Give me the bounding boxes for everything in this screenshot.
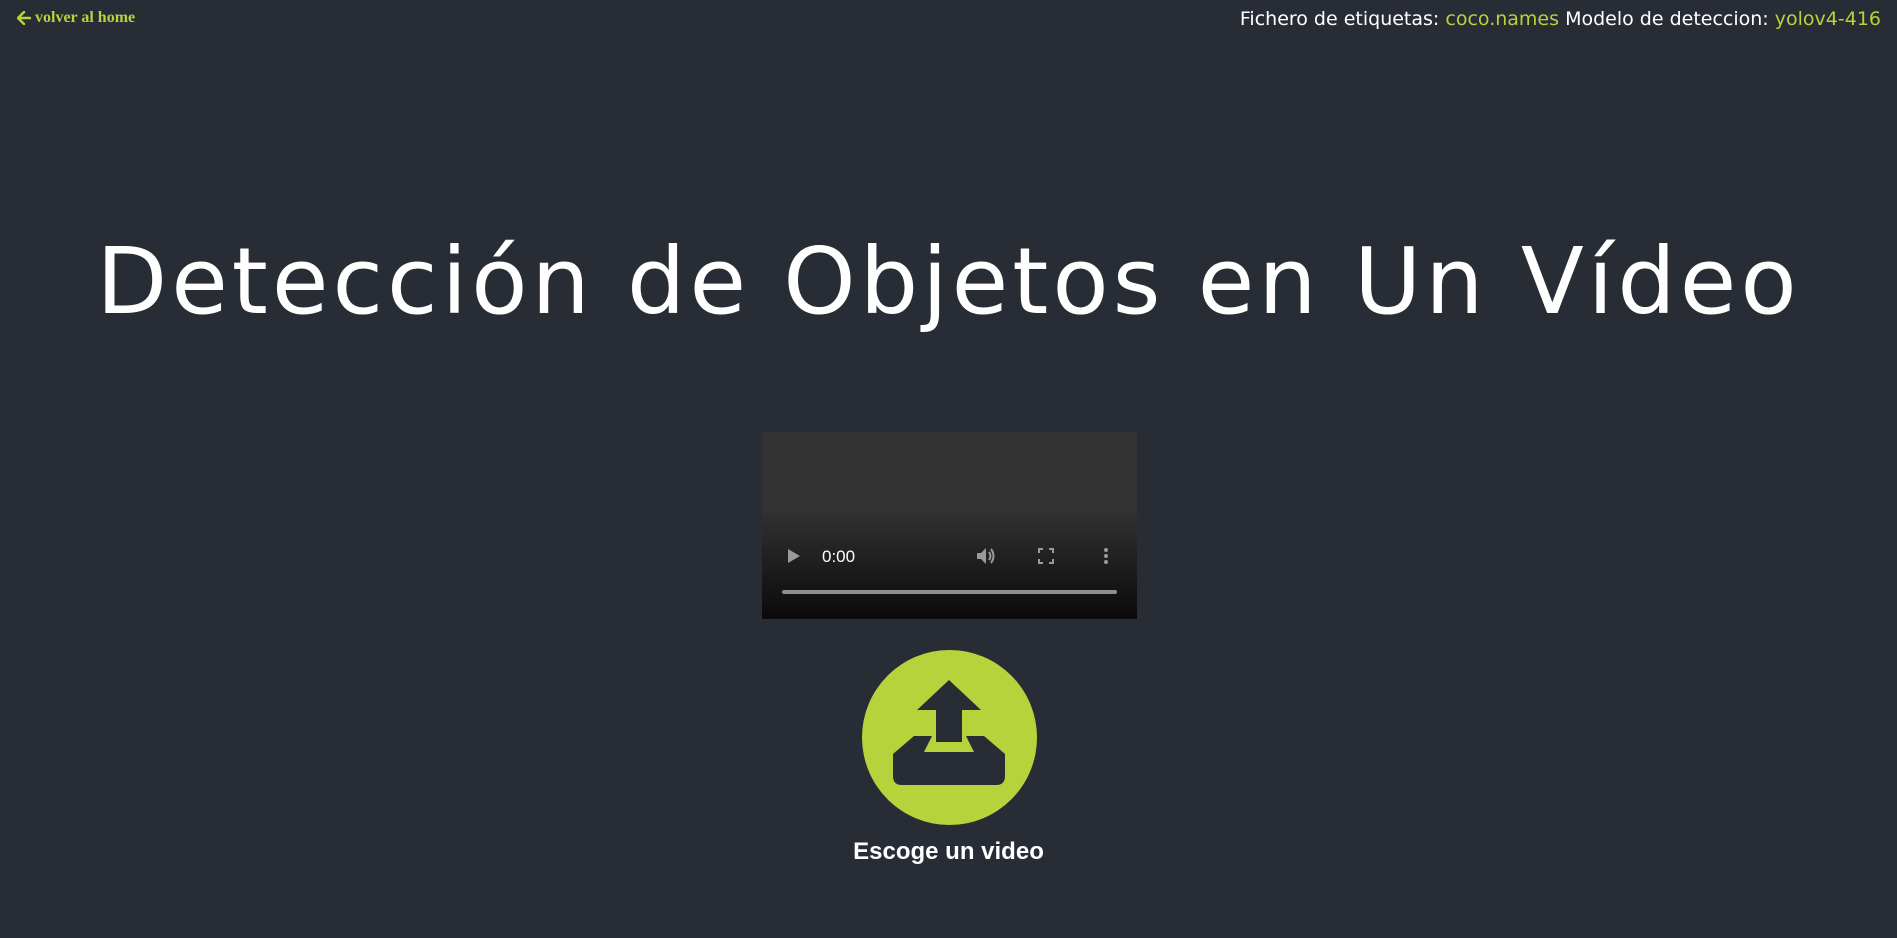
volume-button[interactable]	[974, 546, 998, 570]
page-title: Detección de Objetos en Un Vídeo	[96, 228, 1801, 335]
more-vert-icon	[1103, 547, 1109, 570]
labels-file-value: coco.names	[1445, 8, 1560, 30]
more-options-button[interactable]	[1094, 546, 1118, 570]
video-progress-bar[interactable]	[782, 590, 1117, 594]
video-player[interactable]: 0:00	[762, 432, 1137, 619]
back-home-link[interactable]: volver al home	[17, 9, 135, 27]
video-time: 0:00	[822, 547, 856, 566]
upload-label[interactable]: Escoge un video	[0, 838, 1897, 866]
back-home-label: volver al home	[35, 9, 136, 26]
labels-file-prefix: Fichero de etiquetas:	[1239, 8, 1440, 30]
model-prefix: Modelo de deteccion:	[1565, 8, 1769, 30]
play-icon	[787, 548, 801, 569]
page: volver al home Fichero de etiquetas: coc…	[0, 0, 1897, 938]
fullscreen-button[interactable]	[1034, 546, 1058, 570]
volume-icon	[975, 546, 997, 571]
fullscreen-icon	[1038, 547, 1054, 569]
model-value: yolov4-416	[1774, 8, 1881, 30]
video-controls: 0:00	[762, 432, 1137, 619]
arrow-left-icon	[17, 11, 31, 25]
play-button[interactable]	[782, 546, 806, 570]
upload-video-button[interactable]	[862, 650, 1037, 825]
model-info: Fichero de etiquetas: coco.names Modelo …	[1240, 8, 1881, 30]
